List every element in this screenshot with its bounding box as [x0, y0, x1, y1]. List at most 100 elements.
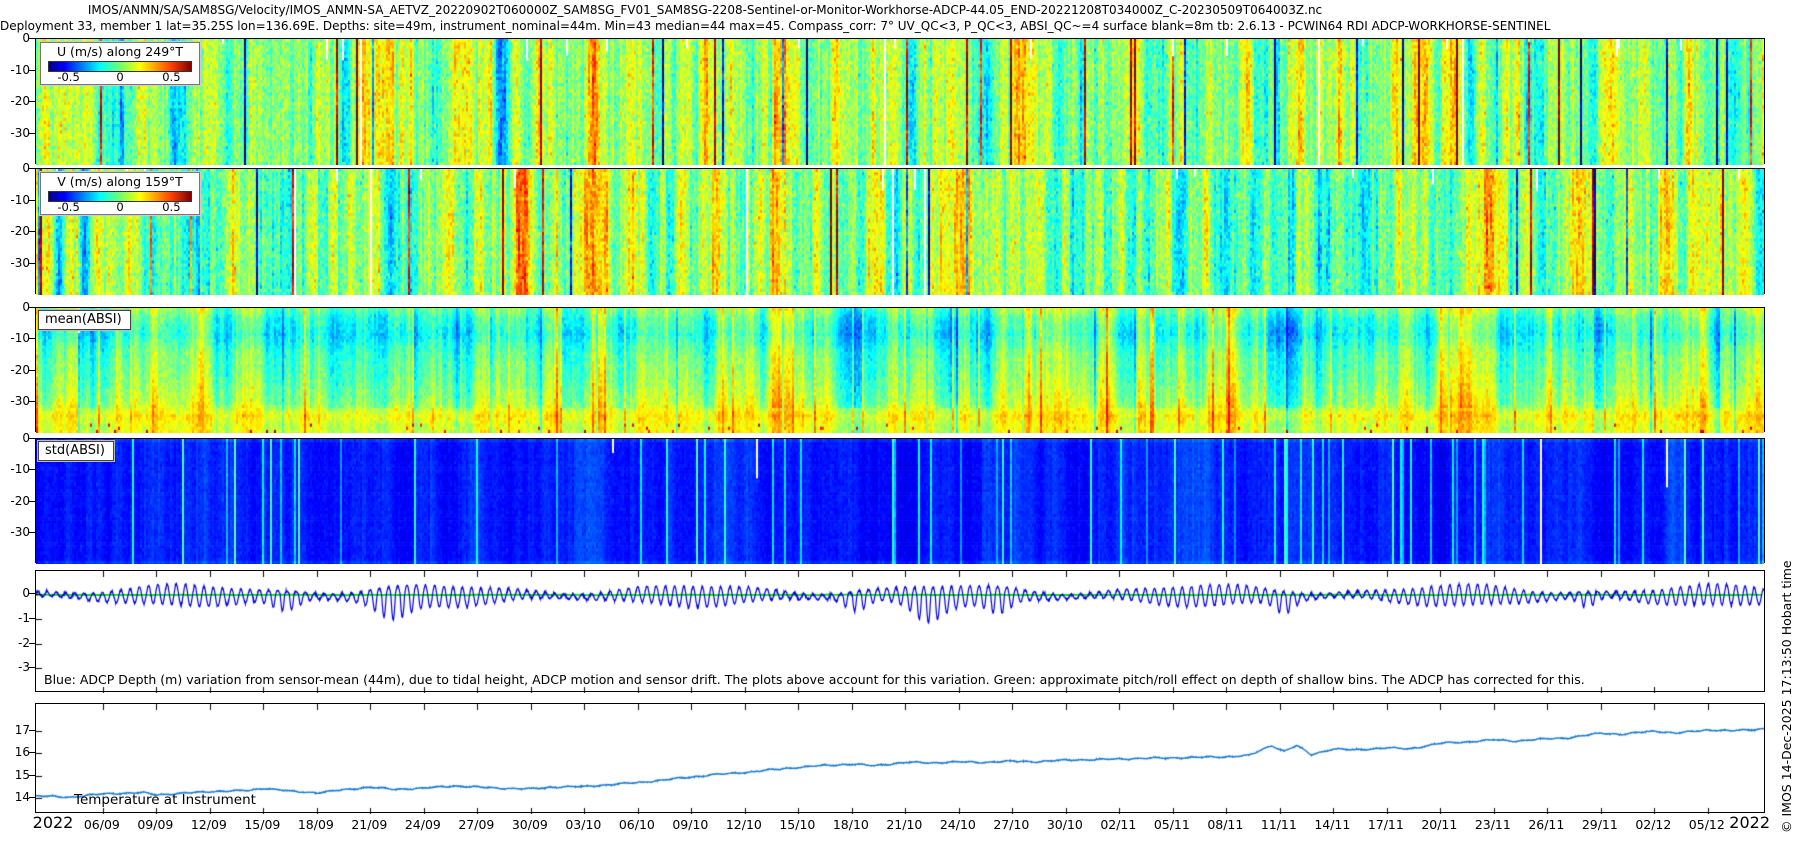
- y-tick-label: -10: [2, 193, 30, 207]
- y-tick-mark: [29, 133, 35, 134]
- y-tick-mark: [29, 593, 35, 594]
- panel-std-absi: std(ABSI): [35, 438, 1765, 563]
- y-tick-mark: [29, 231, 35, 232]
- y-tick-label: -10: [2, 462, 30, 476]
- v-velocity-heatmap: [36, 169, 1764, 295]
- colorbar-tick-label: 0.5: [162, 70, 180, 84]
- y-tick-label: -30: [2, 525, 30, 539]
- colorbar-tick-label: -0.5: [57, 70, 79, 84]
- panel-temperature: Temperature at Instrument: [35, 703, 1765, 813]
- x-tick-label: 15/09: [239, 817, 285, 832]
- y-tick-mark: [29, 101, 35, 102]
- x-tick-label: 12/10: [721, 817, 767, 832]
- y-tick-label: 0: [2, 300, 30, 314]
- u-legend-title: U (m/s) along 249°T: [41, 44, 199, 59]
- x-tick-label: 02/12: [1630, 817, 1676, 832]
- temperature-plot: [36, 704, 1764, 814]
- u-colorbar-ticks: -0.5 0 0.5: [48, 70, 192, 83]
- v-colorbar-ticks: -0.500.5: [48, 200, 192, 213]
- mean-absi-label: mean(ABSI): [38, 310, 131, 330]
- y-tick-mark: [29, 618, 35, 619]
- x-tick-label: 24/10: [935, 817, 981, 832]
- panel-v-velocity: V (m/s) along 159°T -0.500.5: [35, 168, 1765, 294]
- x-tick-label: 18/09: [293, 817, 339, 832]
- x-tick-label: 23/11: [1470, 817, 1516, 832]
- panel-mean-absi: mean(ABSI): [35, 307, 1765, 432]
- y-tick-mark: [29, 263, 35, 264]
- y-tick-label: -10: [2, 63, 30, 77]
- x-tick-label: 26/11: [1523, 817, 1569, 832]
- depth-variation-note: Blue: ADCP Depth (m) variation from sens…: [44, 672, 1585, 687]
- y-tick-label: -20: [2, 224, 30, 238]
- y-tick-label: -1: [2, 611, 30, 625]
- x-tick-label: 06/09: [79, 817, 125, 832]
- y-tick-mark: [29, 370, 35, 371]
- figure-subtitle-deployment: Deployment 33, member 1 lat=35.25S lon=1…: [0, 19, 1410, 33]
- x-axis-year-left: 2022: [30, 813, 76, 832]
- figure-title-filename: IMOS/ANMN/SA/SAM8SG/Velocity/IMOS_ANMN-S…: [0, 3, 1410, 17]
- x-tick-label: 12/09: [186, 817, 232, 832]
- x-tick-label: 21/10: [881, 817, 927, 832]
- colorbar-tick-label: 0: [116, 70, 123, 84]
- x-tick-label: 17/11: [1363, 817, 1409, 832]
- y-tick-label: 0: [2, 586, 30, 600]
- x-tick-label: 15/10: [774, 817, 820, 832]
- y-tick-label: 0: [2, 161, 30, 175]
- y-tick-label: 0: [2, 31, 30, 45]
- y-tick-mark: [29, 401, 35, 402]
- std-absi-heatmap: [36, 439, 1764, 564]
- panel-depth-variation: Blue: ADCP Depth (m) variation from sens…: [35, 570, 1765, 692]
- y-tick-label: -2: [2, 636, 30, 650]
- y-tick-label: 16: [2, 745, 30, 759]
- y-tick-mark: [29, 200, 35, 201]
- y-tick-label: -30: [2, 126, 30, 140]
- y-tick-mark: [29, 797, 35, 798]
- y-tick-label: 0: [2, 431, 30, 445]
- x-tick-label: 09/10: [667, 817, 713, 832]
- panel-u-velocity: U (m/s) along 249°T -0.5 0 0.5: [35, 38, 1765, 164]
- x-tick-label: 05/12: [1684, 817, 1730, 832]
- x-tick-label: 27/09: [453, 817, 499, 832]
- y-tick-mark: [29, 70, 35, 71]
- v-colorbar-legend: V (m/s) along 159°T -0.500.5: [40, 172, 200, 215]
- temperature-label: Temperature at Instrument: [74, 792, 256, 808]
- x-tick-label: 20/11: [1416, 817, 1462, 832]
- y-tick-mark: [29, 501, 35, 502]
- y-tick-mark: [29, 168, 35, 169]
- imos-watermark: © IMOS 14-Dec-2025 17:13:50 Hobart time: [1779, 560, 1794, 833]
- y-tick-mark: [29, 643, 35, 644]
- x-tick-label: 27/10: [988, 817, 1034, 832]
- x-tick-label: 29/11: [1577, 817, 1623, 832]
- y-tick-label: 14: [2, 790, 30, 804]
- x-tick-label: 09/09: [132, 817, 178, 832]
- x-tick-label: 02/11: [1095, 817, 1141, 832]
- y-tick-mark: [29, 438, 35, 439]
- v-legend-title: V (m/s) along 159°T: [41, 174, 199, 189]
- y-tick-mark: [29, 667, 35, 668]
- y-tick-mark: [29, 338, 35, 339]
- x-tick-label: 03/10: [560, 817, 606, 832]
- u-colorbar-legend: U (m/s) along 249°T -0.5 0 0.5: [40, 42, 200, 85]
- mean-absi-heatmap: [36, 308, 1764, 433]
- x-tick-label: 18/10: [828, 817, 874, 832]
- std-absi-label: std(ABSI): [38, 441, 114, 461]
- x-tick-label: 30/09: [507, 817, 553, 832]
- colorbar-tick-label: 0: [116, 200, 123, 214]
- y-tick-mark: [29, 730, 35, 731]
- y-tick-label: 17: [2, 723, 30, 737]
- y-tick-label: -20: [2, 494, 30, 508]
- x-tick-label: 30/10: [1042, 817, 1088, 832]
- y-tick-label: -3: [2, 660, 30, 674]
- y-tick-label: 15: [2, 768, 30, 782]
- y-tick-label: -20: [2, 363, 30, 377]
- u-velocity-heatmap: [36, 39, 1764, 165]
- y-tick-mark: [29, 38, 35, 39]
- y-tick-mark: [29, 775, 35, 776]
- x-tick-label: 11/11: [1256, 817, 1302, 832]
- y-tick-mark: [29, 469, 35, 470]
- y-tick-label: -20: [2, 94, 30, 108]
- y-tick-label: -30: [2, 394, 30, 408]
- x-tick-label: 21/09: [346, 817, 392, 832]
- y-tick-label: -10: [2, 331, 30, 345]
- y-tick-label: -30: [2, 256, 30, 270]
